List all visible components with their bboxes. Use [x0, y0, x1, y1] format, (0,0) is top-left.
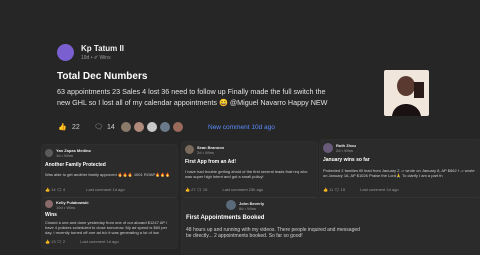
main-post[interactable]: Kp Tatum II 19d • ✐ Wins Total Dec Numbe… [52, 40, 432, 140]
post-category[interactable]: Wins [205, 150, 214, 155]
comment-count[interactable]: 14 [107, 124, 115, 131]
like-icon[interactable]: 👍 [323, 187, 328, 192]
like-count[interactable]: 13 [51, 239, 55, 244]
post-category[interactable]: Wins [66, 205, 75, 210]
commenter-avatar[interactable] [134, 122, 144, 132]
post-category[interactable]: Wins [64, 153, 73, 158]
last-comment[interactable]: Last comment 1d ago [86, 187, 124, 192]
post-body: Protected 2 families fill lead from Janu… [323, 168, 475, 178]
post-title[interactable]: Another Family Protected [45, 162, 106, 168]
comment-count[interactable]: 15 [341, 187, 345, 192]
post-title[interactable]: Wins [45, 212, 57, 218]
post-time: 1d [56, 153, 61, 158]
emoji-grin: 😄 [218, 98, 228, 107]
like-count[interactable]: 11 [329, 187, 333, 192]
comment-icon[interactable]: 🗨 [197, 187, 202, 192]
post-body: Was able to get another family approved … [45, 172, 171, 177]
comment-count[interactable]: 4 [63, 187, 65, 192]
post-body: I have had trouble getting ahold of the … [185, 169, 308, 179]
body-line-2: new GHL so I lost all of my calendar app… [57, 98, 217, 107]
comment-count[interactable]: 15 [203, 187, 207, 192]
like-icon[interactable]: 👍 [45, 187, 50, 192]
commenter-avatar[interactable] [147, 122, 157, 132]
post-time: 19d [81, 55, 90, 61]
post-title[interactable]: January wins so far [323, 157, 370, 163]
like-icon[interactable]: 👍 [58, 123, 67, 131]
new-comment-link[interactable]: New comment 10d ago [208, 124, 275, 131]
comment-icon[interactable]: 🗨 [334, 187, 339, 192]
post-image[interactable] [384, 70, 429, 116]
post-card[interactable]: Ruth Zhou 2d • Wins January wins so far … [320, 140, 480, 198]
like-icon[interactable]: 👍 [185, 187, 190, 192]
post-body: 48 hours up and running with my videos. … [186, 227, 360, 239]
comment-icon[interactable]: 🗨 [94, 123, 103, 131]
post-card[interactable]: Yan Zapas Medina 1d • Wins Another Famil… [42, 145, 177, 197]
author-avatar[interactable] [185, 145, 194, 154]
post-time: 2d [197, 150, 202, 155]
post-time: 10d [56, 205, 63, 210]
last-comment[interactable]: Last comment 23h ago [222, 187, 263, 192]
comment-icon[interactable]: 🗨 [57, 187, 62, 192]
post-card[interactable]: John Beverly 8d • Wins First Appointment… [182, 198, 480, 255]
mention-text[interactable]: @Miguel Navarro Happy NEW [230, 98, 328, 107]
post-card[interactable]: Sean Brannon 2d • Wins First App from an… [182, 142, 317, 197]
post-body: Closed a one and done yesterday from one… [45, 220, 168, 235]
author-avatar[interactable] [226, 200, 236, 210]
post-title[interactable]: Total Dec Numbers [57, 71, 147, 82]
author-avatar[interactable] [57, 44, 74, 61]
post-title[interactable]: First Appointments Booked [186, 215, 264, 221]
like-count[interactable]: 27 [191, 187, 195, 192]
commenter-avatar[interactable] [121, 122, 131, 132]
comment-icon[interactable]: 🗨 [57, 239, 62, 244]
post-body: 63 appointments 23 Sales 4 lost 36 need … [57, 86, 367, 108]
post-category[interactable]: Wins [247, 206, 256, 211]
last-comment[interactable]: Last comment 1d ago [80, 239, 118, 244]
post-title[interactable]: First App from an Ad! [185, 159, 236, 165]
comment-count[interactable]: 2 [63, 239, 65, 244]
author-name[interactable]: Kp Tatum II [81, 44, 124, 53]
post-category[interactable]: Wins [99, 55, 110, 61]
commenter-avatar[interactable] [173, 122, 183, 132]
post-time: 2d [336, 148, 341, 153]
last-comment[interactable]: Last comment 1d ago [360, 187, 398, 192]
author-avatar[interactable] [323, 143, 333, 153]
category-icon: ✐ [93, 55, 99, 61]
like-count[interactable]: 22 [72, 124, 80, 131]
like-count[interactable]: 14 [51, 187, 55, 192]
commenter-avatar[interactable] [160, 122, 170, 132]
author-avatar[interactable] [45, 200, 53, 208]
body-line-1: 63 appointments 23 Sales 4 lost 36 need … [57, 87, 326, 96]
post-image-photo [392, 76, 424, 116]
engagement-row: 👍 22 🗨 14 New comment 10d ago [58, 122, 368, 134]
post-time: 8d [239, 206, 244, 211]
post-category[interactable]: Wins [344, 148, 353, 153]
post-card[interactable]: Kelly Pulakowski 10d • Wins Wins Closed … [42, 198, 177, 248]
author-avatar[interactable] [45, 149, 53, 157]
like-icon[interactable]: 👍 [45, 239, 50, 244]
